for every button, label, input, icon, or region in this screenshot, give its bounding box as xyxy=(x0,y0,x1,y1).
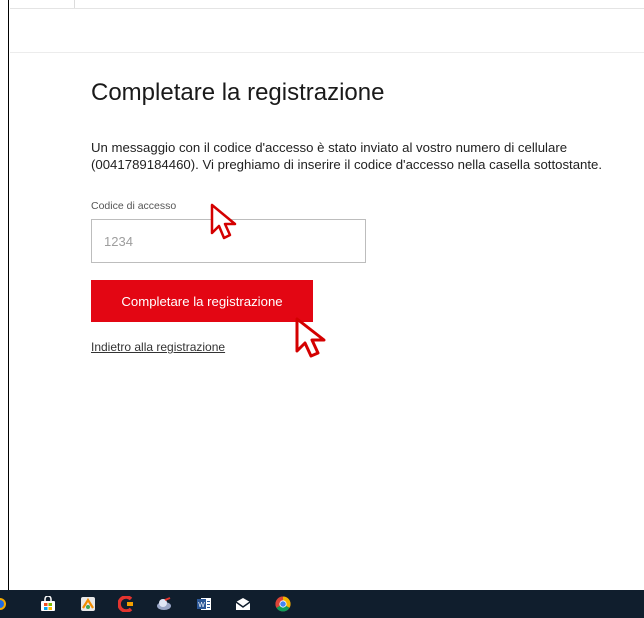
satellite-app-icon[interactable] xyxy=(156,596,172,612)
info-message: Un messaggio con il codice d'accesso è s… xyxy=(91,139,644,173)
svg-text:W: W xyxy=(198,602,205,609)
window-left-edge xyxy=(0,0,9,590)
browser-top-strip xyxy=(10,0,644,9)
mail-icon[interactable] xyxy=(235,596,251,612)
store-icon[interactable] xyxy=(40,596,56,612)
access-code-label: Codice di accesso xyxy=(91,200,177,212)
info-message-line-2: (0041789184460). Vi preghiamo di inserir… xyxy=(91,157,603,172)
complete-registration-button[interactable]: Completare la registrazione xyxy=(91,280,313,322)
word-icon[interactable]: W xyxy=(196,596,212,612)
back-to-registration-link[interactable]: Indietro alla registrazione xyxy=(91,340,225,354)
partial-circle-icon[interactable] xyxy=(0,596,16,612)
info-message-line-1: Un messaggio con il codice d'accesso è s… xyxy=(91,140,568,155)
chrome-icon[interactable] xyxy=(275,596,291,612)
windows-taskbar: W xyxy=(0,590,644,618)
cursor-arrow-icon xyxy=(210,203,237,240)
app-icon[interactable] xyxy=(80,596,96,612)
ccleaner-icon[interactable] xyxy=(118,596,134,612)
header-divider xyxy=(10,52,644,53)
page-title: Completare la registrazione xyxy=(91,79,385,106)
divider xyxy=(74,0,75,8)
cursor-arrow-icon xyxy=(295,317,326,358)
